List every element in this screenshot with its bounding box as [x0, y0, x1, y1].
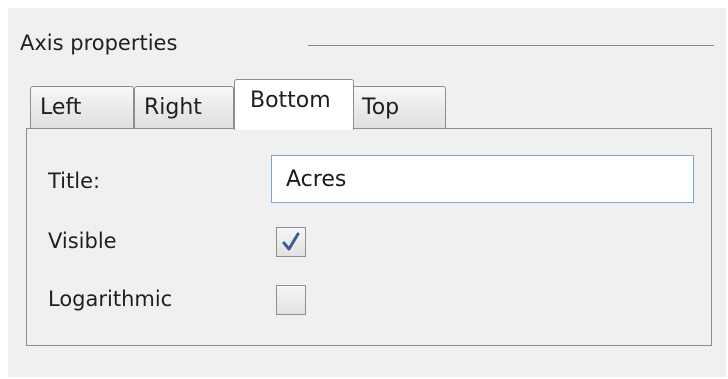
tab-bottom[interactable]: Bottom — [234, 79, 354, 130]
visible-label: Visible — [48, 229, 117, 253]
logarithmic-checkbox[interactable] — [276, 285, 306, 315]
tab-left[interactable]: Left — [30, 86, 134, 130]
tab-top[interactable]: Top — [352, 86, 446, 130]
visible-checkbox[interactable] — [276, 227, 306, 257]
checkmark-icon — [282, 232, 300, 251]
logarithmic-label: Logarithmic — [48, 287, 173, 311]
group-separator — [308, 45, 714, 46]
group-title: Axis properties — [20, 31, 178, 55]
tab-right[interactable]: Right — [134, 86, 234, 130]
title-label: Title: — [48, 169, 101, 193]
title-input[interactable] — [271, 155, 694, 203]
